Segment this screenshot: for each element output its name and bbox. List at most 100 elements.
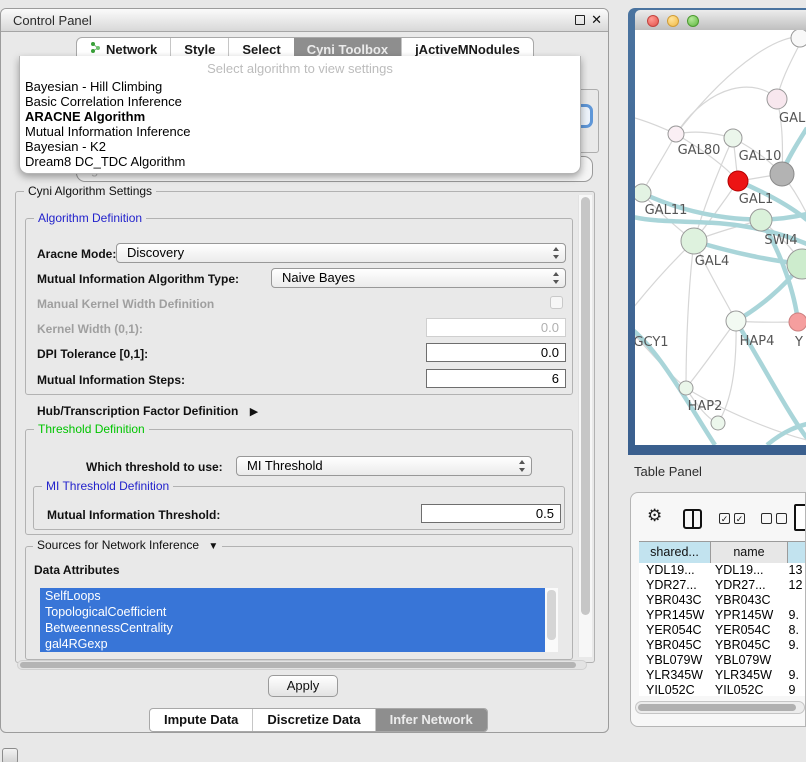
sources-group-title[interactable]: Sources for Network Inference ▼	[33, 538, 222, 552]
deselect-all-columns-icon-2[interactable]	[776, 513, 787, 524]
network-node[interactable]	[770, 162, 794, 186]
column-header-2[interactable]	[788, 542, 806, 564]
table-row[interactable]: YDL19...YDL19...13	[639, 563, 806, 578]
table-cell[interactable]: YIL052C	[639, 683, 708, 696]
table-row[interactable]: YIL052CYIL052C9	[639, 683, 806, 696]
network-edge[interactable]	[635, 241, 694, 322]
table-cell[interactable]	[782, 653, 806, 668]
table-cell[interactable]: YDR27...	[708, 578, 782, 593]
settings-vertical-scrollbar[interactable]	[578, 195, 592, 657]
table-cell[interactable]: YBL079W	[639, 653, 708, 668]
table-cell[interactable]: YER054C	[708, 623, 782, 638]
network-node-gal1[interactable]	[728, 171, 748, 191]
network-edge[interactable]	[686, 241, 694, 388]
mi-type-combo[interactable]: Naive Bayes	[271, 268, 566, 288]
network-window-titlebar[interactable]	[635, 10, 806, 31]
network-node-y[interactable]	[789, 313, 806, 331]
table-cell[interactable]: YPR145W	[639, 608, 708, 623]
table-cell[interactable]: YDR27...	[639, 578, 708, 593]
table-cell[interactable]: YIL052C	[708, 683, 782, 696]
table-row[interactable]: YDR27...YDR27...12	[639, 578, 806, 593]
table-cell[interactable]: YPR145W	[708, 608, 782, 623]
close-traffic-light[interactable]	[647, 15, 659, 27]
table-cell[interactable]: YDL19...	[639, 563, 708, 578]
aracne-mode-combo[interactable]: Discovery	[116, 243, 566, 263]
kernel-width-input[interactable]: 0.0	[426, 318, 566, 337]
network-node[interactable]	[787, 249, 806, 279]
table-cell[interactable]: YBL079W	[708, 653, 782, 668]
table-cell[interactable]: YBR045C	[708, 638, 782, 653]
table-cell[interactable]: 9.	[782, 638, 806, 653]
table-cell[interactable]	[782, 593, 806, 608]
table-row[interactable]: YBR043CYBR043C	[639, 593, 806, 608]
network-node-gal[interactable]	[767, 89, 787, 109]
network-node-gal80[interactable]	[668, 126, 684, 142]
network-edge[interactable]	[635, 322, 686, 388]
panel-corner-button[interactable]	[2, 748, 18, 762]
export-table-icon[interactable]	[794, 504, 806, 531]
algorithm-option-basic-correlation-inference[interactable]: Basic Correlation Inference	[25, 94, 575, 109]
attribute-item-topologicalcoefficient[interactable]: TopologicalCoefficient	[40, 604, 558, 620]
select-all-columns-icon-2[interactable]: ✓	[734, 513, 745, 524]
algorithm-option-mutual-information-inference[interactable]: Mutual Information Inference	[25, 124, 575, 139]
minimize-traffic-light[interactable]	[667, 15, 679, 27]
network-graph[interactable]: GALGAL80GAL10GAL1GAL11SWI4GAL4GCY1HAP4YH…	[635, 30, 806, 445]
settings-horizontal-scrollbar[interactable]	[17, 660, 587, 670]
algorithm-option-aracne-algorithm[interactable]: ARACNE Algorithm	[25, 109, 575, 124]
table-row[interactable]: YBR045CYBR045C9.	[639, 638, 806, 653]
table-cell[interactable]: 9	[782, 683, 806, 696]
table-row[interactable]: YBL079WYBL079W	[639, 653, 806, 668]
manual-kernel-checkbox[interactable]	[550, 296, 563, 309]
table-horizontal-scrollbar[interactable]	[635, 701, 805, 714]
table-cell[interactable]: 8.	[782, 623, 806, 638]
algorithm-option-dream8-dc-tdc-algorithm[interactable]: Dream8 DC_TDC Algorithm	[25, 154, 575, 169]
table-row[interactable]: YER054CYER054C8.	[639, 623, 806, 638]
settings-horizontal-thumb[interactable]	[20, 662, 576, 668]
table-cell[interactable]: YLR345W	[708, 668, 782, 683]
zoom-traffic-light[interactable]	[687, 15, 699, 27]
network-edge[interactable]	[642, 134, 676, 193]
expanded-triangle-icon[interactable]: ▼	[208, 541, 218, 552]
table-row[interactable]: YLR345WYLR345W9.	[639, 668, 806, 683]
deselect-all-columns-icon[interactable]	[761, 513, 772, 524]
column-header-shared[interactable]: shared...	[639, 542, 711, 564]
algorithm-option-bayesian-hill-climbing[interactable]: Bayesian - Hill Climbing	[25, 79, 575, 94]
apply-button[interactable]: Apply	[268, 675, 338, 697]
attribute-item-gal4rgexp[interactable]: gal4RGexp	[40, 636, 558, 652]
network-node-gal4[interactable]	[681, 228, 707, 254]
table-cell[interactable]: YBR043C	[708, 593, 782, 608]
network-node-hap2[interactable]	[679, 381, 693, 395]
table-cell[interactable]: 12	[782, 578, 806, 593]
network-node-gal11[interactable]	[635, 184, 651, 202]
network-node-gal10[interactable]	[724, 129, 742, 147]
select-all-columns-icon[interactable]: ✓	[719, 513, 730, 524]
network-node-swi4[interactable]	[750, 209, 772, 231]
network-node-hap4[interactable]	[726, 311, 746, 331]
column-layout-icon[interactable]	[683, 509, 702, 529]
network-edge[interactable]	[676, 87, 777, 134]
tab-impute-data[interactable]: Impute Data	[150, 709, 252, 731]
table-cell[interactable]: YBR043C	[639, 593, 708, 608]
dpi-tolerance-input[interactable]: 0.0	[426, 343, 566, 362]
control-panel-titlebar[interactable]: Control Panel ✕	[1, 9, 608, 32]
settings-gear-icon[interactable]: ⚙	[647, 506, 662, 526]
attribute-item-betweennesscentrality[interactable]: BetweennessCentrality	[40, 620, 558, 636]
network-canvas[interactable]: GALGAL80GAL10GAL1GAL11SWI4GAL4GCY1HAP4YH…	[635, 30, 806, 445]
float-icon[interactable]	[575, 15, 585, 25]
tab-discretize-data[interactable]: Discretize Data	[252, 709, 374, 731]
table-cell[interactable]: 9.	[782, 668, 806, 683]
table-cell[interactable]: YER054C	[639, 623, 708, 638]
mi-threshold-input[interactable]: 0.5	[421, 504, 561, 523]
hub-definition-expander[interactable]: Hub/Transcription Factor Definition ▶	[37, 404, 258, 418]
tab-infer-network[interactable]: Infer Network	[375, 709, 487, 731]
network-node[interactable]	[791, 30, 806, 47]
mi-steps-input[interactable]: 6	[426, 369, 566, 388]
column-header-name[interactable]: name	[711, 542, 788, 564]
table-row[interactable]: YPR145WYPR145W9.	[639, 608, 806, 623]
table-cell[interactable]: 9.	[782, 608, 806, 623]
table-scrollbar-thumb[interactable]	[638, 704, 796, 711]
attributes-scrollbar[interactable]	[545, 588, 558, 652]
which-threshold-combo[interactable]: MI Threshold	[236, 456, 532, 476]
table-cell[interactable]: 13	[782, 563, 806, 578]
collapsed-triangle-icon[interactable]: ▶	[250, 406, 258, 418]
